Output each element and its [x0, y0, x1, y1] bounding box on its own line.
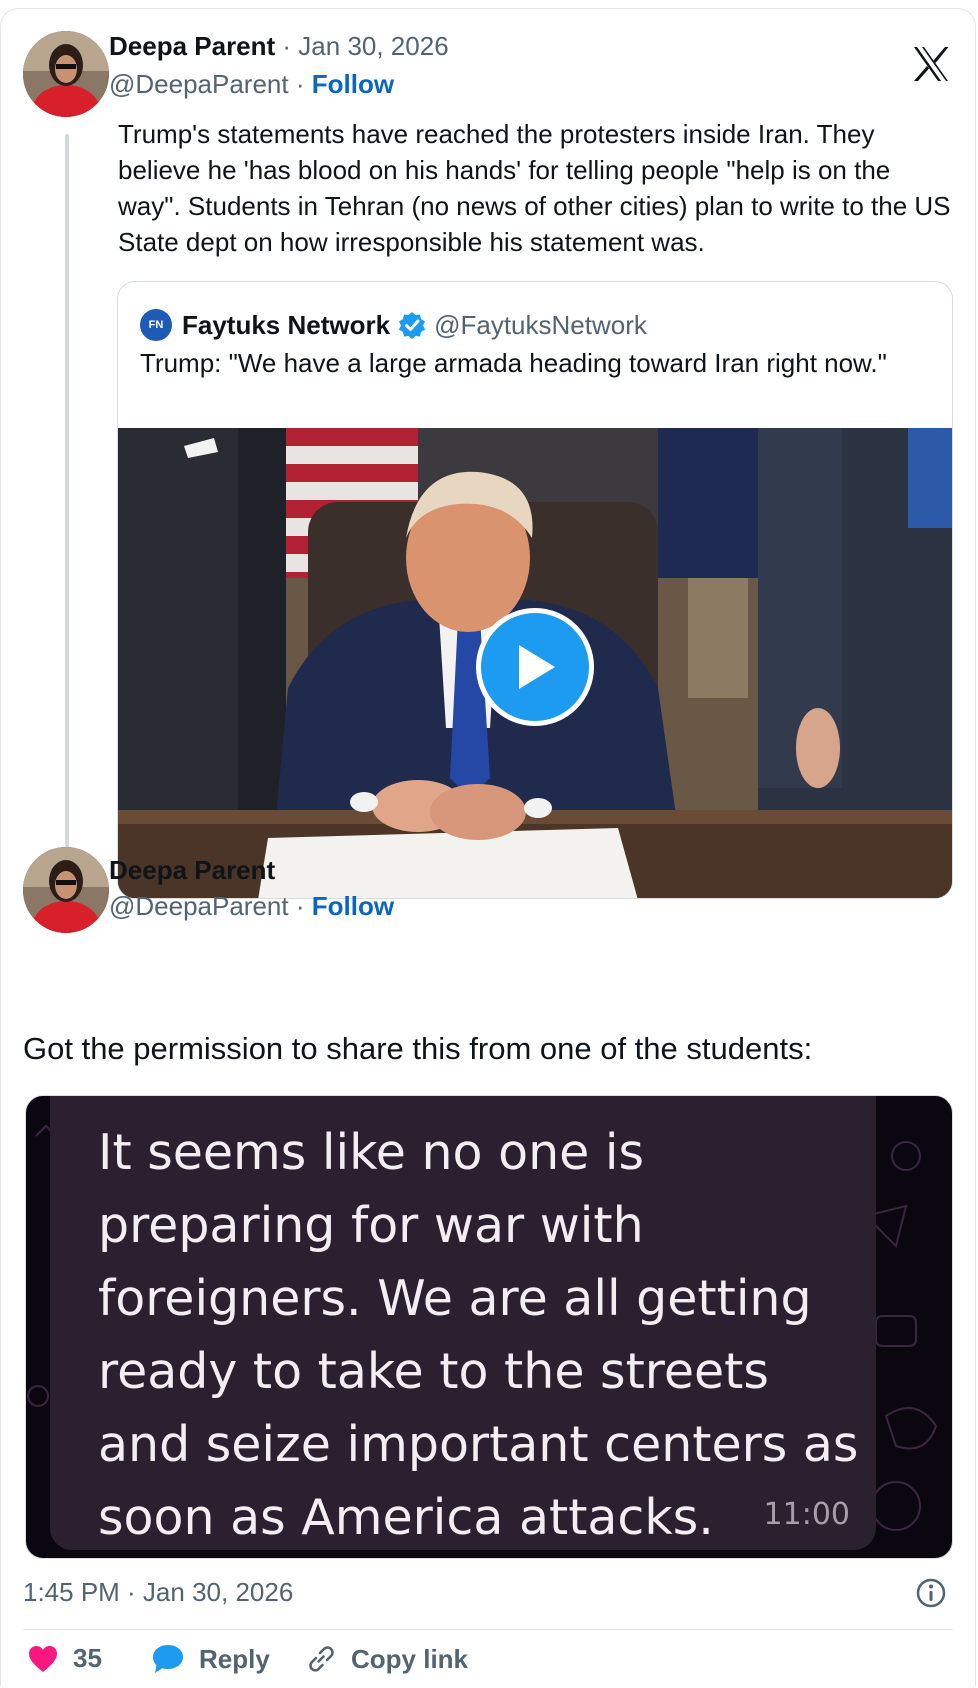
- reply-button[interactable]: Reply: [151, 1643, 270, 1675]
- thread-line: [65, 134, 69, 914]
- author-handle[interactable]: @DeepaParent: [109, 69, 289, 99]
- link-icon: [309, 1646, 334, 1672]
- chat-message-time: 11:00: [763, 1497, 850, 1532]
- author-handle[interactable]: @DeepaParent: [109, 891, 289, 921]
- handle-row: @DeepaParent · Follow: [109, 69, 395, 99]
- copy-link-button[interactable]: Copy link: [305, 1643, 468, 1675]
- chat-message-text: It seems like no one is preparing for wa…: [98, 1124, 859, 1546]
- like-count: 35: [73, 1643, 102, 1673]
- author-name-row: Deepa Parent · Jan 30, 2026: [109, 31, 449, 61]
- tweet-text: Got the permission to share this from on…: [23, 1031, 813, 1066]
- tweet-image[interactable]: It seems like no one is preparing for wa…: [25, 1095, 953, 1559]
- tweet-text: Trump's statements have reached the prot…: [118, 119, 951, 257]
- author-name[interactable]: Deepa Parent: [109, 855, 275, 886]
- quoted-author-handle[interactable]: @FaytuksNetwork: [434, 310, 647, 341]
- copy-link-label: Copy link: [351, 1643, 469, 1674]
- quoted-tweet-header: FN Faytuks Network @FaytuksNetwork: [140, 308, 647, 342]
- follow-button[interactable]: Follow: [312, 69, 394, 99]
- follow-button[interactable]: Follow: [312, 891, 394, 921]
- x-logo-icon[interactable]: [911, 44, 951, 84]
- play-icon: [519, 645, 555, 689]
- reply-bubble-icon: [153, 1645, 183, 1673]
- chat-message-bubble: It seems like no one is preparing for wa…: [50, 1096, 876, 1550]
- action-bar: 35 Reply Copy link: [1, 1643, 978, 1687]
- avatar[interactable]: [23, 31, 109, 117]
- divider: [23, 1629, 953, 1630]
- avatar[interactable]: [23, 847, 109, 933]
- heart-icon: [29, 1645, 57, 1672]
- tweet-timestamp[interactable]: 1:45 PM · Jan 30, 2026: [23, 1577, 293, 1608]
- author-name[interactable]: Deepa Parent: [109, 31, 275, 61]
- verified-badge-icon: [398, 311, 426, 339]
- reply-label: Reply: [199, 1643, 270, 1674]
- play-button[interactable]: [476, 608, 594, 726]
- tweet-card: Deepa Parent · Jan 30, 2026 @DeepaParent…: [0, 8, 976, 1686]
- quoted-tweet[interactable]: FN Faytuks Network @FaytuksNetwork Trump…: [117, 281, 953, 899]
- video-player[interactable]: [118, 428, 952, 898]
- tweet-date[interactable]: Jan 30, 2026: [298, 31, 448, 61]
- info-icon[interactable]: [915, 1577, 947, 1609]
- quoted-tweet-text: Trump: "We have a large armada heading t…: [140, 348, 887, 378]
- like-button[interactable]: 35: [27, 1643, 102, 1674]
- quoted-avatar[interactable]: FN: [140, 309, 172, 341]
- handle-row: @DeepaParent · Follow: [109, 891, 395, 921]
- quoted-author-name[interactable]: Faytuks Network: [182, 310, 390, 341]
